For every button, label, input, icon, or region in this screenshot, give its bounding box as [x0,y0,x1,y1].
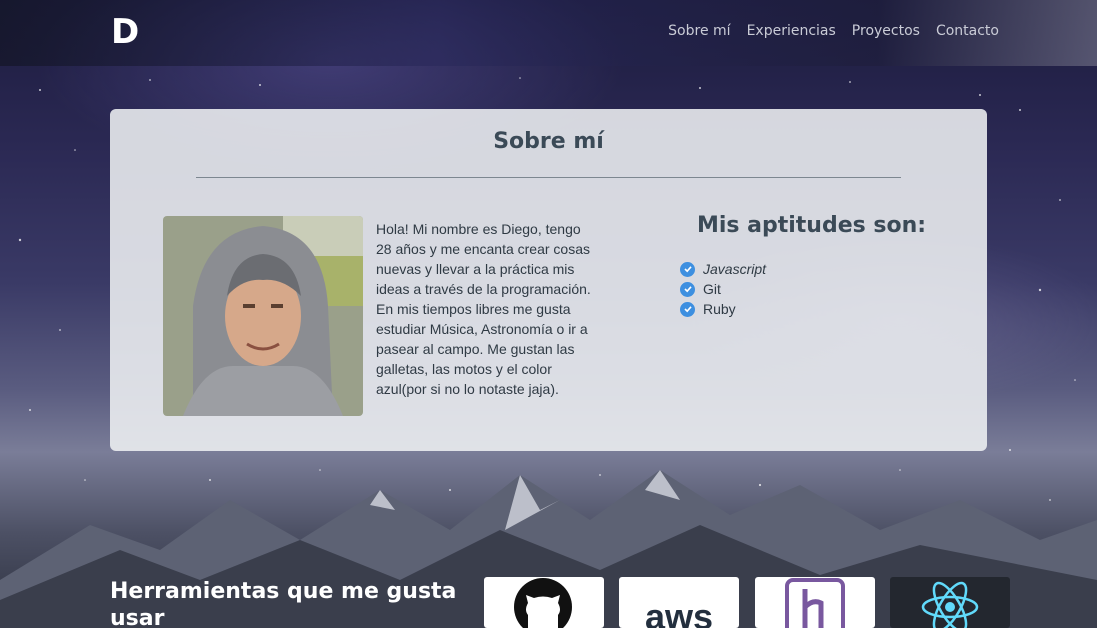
skills-title: Mis aptitudes son: [696,213,927,238]
github-icon [484,577,604,628]
avatar-photo [163,216,363,416]
aws-logo: aws [619,577,739,628]
skills-list: Javascript Git Ruby [680,259,766,319]
navbar: D Sobre mí Experiencias Proyectos Contac… [0,0,1097,66]
check-circle-icon [680,261,695,277]
nav-link-experiencias[interactable]: Experiencias [747,23,836,39]
check-circle-icon [680,281,695,297]
check-circle-icon [680,301,695,317]
aws-logo-text: aws [645,596,713,628]
skill-item: Ruby [680,299,766,319]
brand-logo[interactable]: D [111,12,139,52]
about-card: Sobre mí Hola! Mi nombre es Diego, tengo… [110,109,987,451]
section-divider [196,177,901,178]
nav-links: Sobre mí Experiencias Proyectos Contacto [668,23,999,39]
nav-link-proyectos[interactable]: Proyectos [852,23,920,39]
about-title: Sobre mí [493,129,604,154]
skill-label-ruby: Ruby [703,301,736,317]
bio-text: Hola! Mi nombre es Diego, tengo 28 años … [376,221,591,397]
tools-title: Herramientas que me gusta usar [110,579,457,628]
nav-link-contacto[interactable]: Contacto [936,23,999,39]
skill-item: Javascript [680,259,766,279]
nav-link-sobre-mi[interactable]: Sobre mí [668,23,730,39]
react-icon [890,577,1010,628]
skill-label-git: Git [703,281,721,297]
skill-item: Git [680,279,766,299]
heroku-logo [755,577,875,628]
skill-label-javascript: Javascript [703,261,767,277]
